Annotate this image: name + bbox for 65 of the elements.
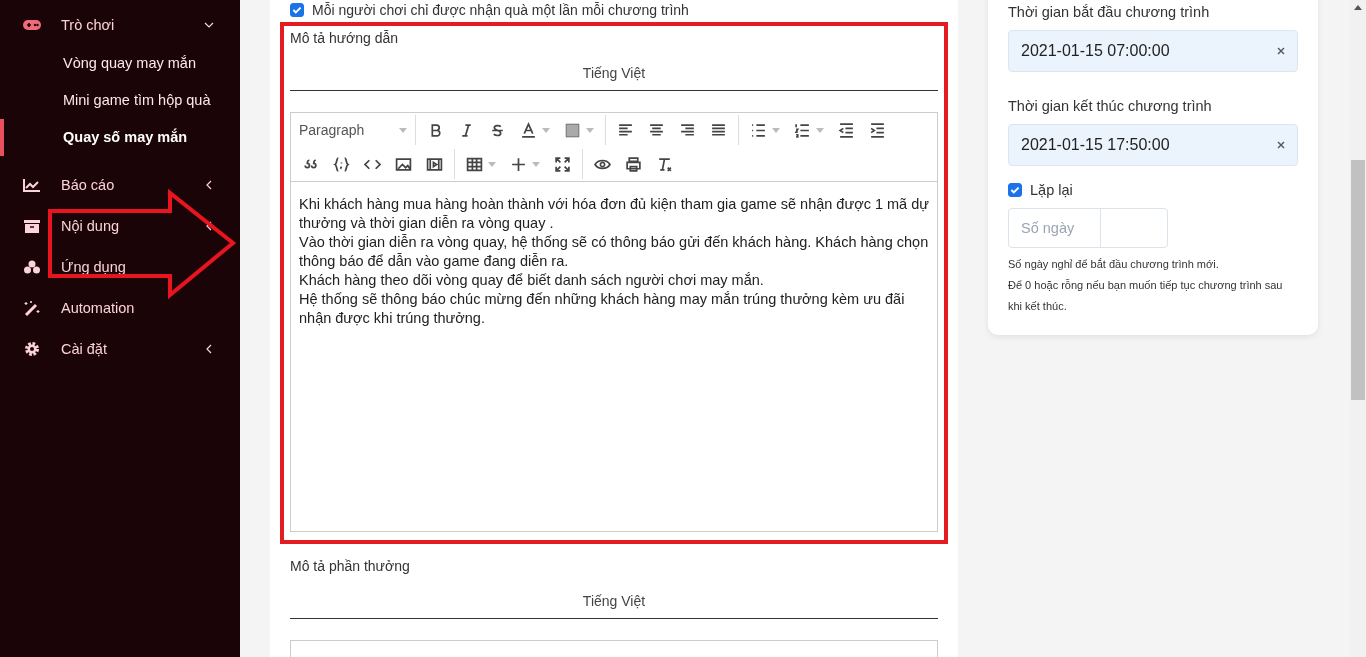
caret-icon <box>532 161 540 167</box>
align-center-icon <box>648 121 665 139</box>
language-tab[interactable]: Tiếng Việt <box>290 65 938 91</box>
field-label: Thời gian kết thúc chương trình <box>1008 97 1213 116</box>
language-tab[interactable]: Tiếng Việt <box>290 593 938 619</box>
nav-item[interactable]: Ứng dụng <box>0 246 240 287</box>
chart-icon <box>22 176 42 193</box>
submenu-item[interactable]: Vòng quay may mắn <box>0 45 240 82</box>
field-label: Mô tả hướng dẫn <box>290 30 400 46</box>
caret-icon <box>816 127 824 133</box>
plus-icon <box>510 155 527 173</box>
table-icon <box>466 155 483 173</box>
checkbox-label: Lặp lại <box>1030 182 1073 198</box>
caret-icon <box>542 127 550 133</box>
clear-format-icon <box>656 155 673 173</box>
caret-icon <box>488 161 496 167</box>
chevron-left-icon <box>204 179 214 190</box>
nav-item[interactable]: Automation <box>0 287 240 328</box>
help-text: Để 0 hoặc rỗng nếu bạn muốn tiếp tục chương trình sau khi kết thúc. <box>1008 278 1284 314</box>
scroll-up-arrow-icon <box>1354 5 1362 10</box>
highlight-color-icon <box>564 121 581 139</box>
nav-item[interactable]: Trò chơi <box>0 4 240 45</box>
chevron-left-icon <box>204 220 214 231</box>
indent-icon <box>869 121 886 139</box>
days-input-field[interactable]: Số ngày <box>1008 208 1168 248</box>
checkbox[interactable] <box>1008 183 1022 197</box>
datetime-field[interactable]: 2021-01-15 17:50:00 <box>1008 124 1298 166</box>
block-format-select[interactable]: Paragraph <box>295 122 411 138</box>
bullet-list-icon <box>750 121 767 139</box>
field-label: Thời gian bắt đầu chương trình <box>1008 3 1211 22</box>
clear-icon <box>1277 47 1285 55</box>
align-right-icon <box>679 121 696 139</box>
code-block-icon <box>333 155 350 173</box>
submenu-item[interactable]: Quay số may mắn <box>0 119 240 156</box>
paragraph: Khách hàng theo dõi vòng quay để biết danh sách người chơi may mắn. <box>299 271 765 290</box>
numbered-list-icon <box>794 121 811 139</box>
archive-box-icon <box>22 217 42 234</box>
paragraph: Khi khách hàng mua hàng hoàn thành với hóa đơn đủ kiện tham gia game sẽ nhận được 1 mã dự thưởng và thời gian diễn ra vòng quay . <box>299 195 929 233</box>
paragraph: Vào thời gian diễn ra vòng quay, hệ thống sẽ có thông báo gửi đến khách hàng. Khách hàng chọn thông báo để dẫn vào game đang diễn ra. <box>299 233 929 271</box>
checkbox[interactable] <box>290 3 304 17</box>
caret-icon <box>586 127 594 133</box>
align-justify-icon <box>710 121 727 139</box>
clear-icon <box>1277 141 1285 149</box>
chevron-left-icon <box>204 343 214 354</box>
magic-wand-icon <box>22 299 42 316</box>
text-color-icon <box>520 121 537 139</box>
cubes-icon <box>22 258 42 275</box>
help-text: Số ngày nghỉ để bắt đầu chương trình mới. <box>1008 257 1220 272</box>
outdent-icon <box>838 121 855 139</box>
caret-icon <box>399 127 407 133</box>
nav-item[interactable]: Nội dung <box>0 205 240 246</box>
submenu-item[interactable]: Mini game tìm hộp quà <box>0 82 240 119</box>
caret-icon <box>772 127 780 133</box>
align-left-icon <box>617 121 634 139</box>
image-icon <box>395 155 412 173</box>
paragraph: Hệ thống sẽ thông báo chúc mừng đến những khách hàng may mắn trúng thưởng kèm ưu đãi nhận được khi trúng thưởng. <box>299 290 906 328</box>
fullscreen-icon <box>554 155 571 173</box>
datetime-field[interactable]: 2021-01-15 07:00:00 <box>1008 30 1298 72</box>
checkbox-label: Mỗi người chơi chỉ được nhận quà một lần mỗi chương trình <box>312 2 689 18</box>
nav-item[interactable]: Báo cáo <box>0 164 240 205</box>
nav-item[interactable]: Cài đặt <box>0 328 240 369</box>
video-icon <box>426 155 443 173</box>
field-label: Mô tả phần thưởng <box>290 558 411 574</box>
printer-icon <box>625 155 642 173</box>
gear-icon <box>22 340 42 357</box>
